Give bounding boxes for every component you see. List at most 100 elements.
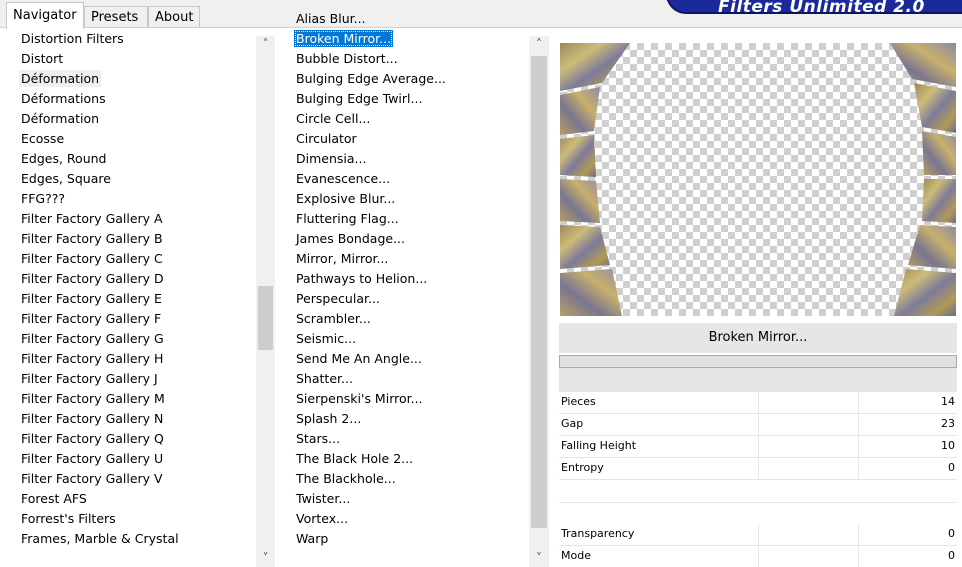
category-item[interactable]: Filter Factory Gallery E	[17, 289, 253, 309]
category-item-label: Filter Factory Gallery N	[21, 411, 164, 426]
filter-item[interactable]: Bubble Distort...	[292, 49, 522, 69]
category-item-label: Déformation	[21, 111, 100, 126]
filter-item[interactable]: The Black Hole 2...	[292, 449, 522, 469]
shard-left	[560, 269, 622, 316]
filter-item[interactable]: Sierpenski's Mirror...	[292, 389, 522, 409]
category-item[interactable]: Filter Factory Gallery C	[17, 249, 253, 269]
chevron-up-icon[interactable]: ˄	[529, 36, 549, 53]
chevron-up-icon[interactable]: ˄	[256, 36, 275, 53]
filter-item[interactable]: Bulging Edge Twirl...	[292, 89, 522, 109]
shard-right	[894, 269, 956, 316]
filter-item-label: Send Me An Angle...	[296, 351, 422, 366]
category-item[interactable]: Déformation	[17, 69, 253, 89]
category-item[interactable]: Filter Factory Gallery F	[17, 309, 253, 329]
category-item[interactable]: Filter Factory Gallery Q	[17, 429, 253, 449]
category-item-label: Déformations	[21, 91, 106, 106]
category-item[interactable]: Distortion Filters	[17, 29, 253, 49]
category-scrollbar[interactable]: ˄ ˅	[256, 36, 275, 567]
category-item[interactable]: Déformations	[17, 89, 253, 109]
category-item[interactable]: Ecosse	[17, 129, 253, 149]
filter-item[interactable]: Fluttering Flag...	[292, 209, 522, 229]
category-item[interactable]: Filter Factory Gallery D	[17, 269, 253, 289]
category-item-label: Frames, Marble & Crystal	[21, 531, 179, 546]
filter-scrollbar[interactable]: ˄ ˅	[529, 36, 549, 567]
filter-item[interactable]: Circle Cell...	[292, 109, 522, 129]
slider-track[interactable]	[659, 436, 957, 457]
category-item[interactable]: Filter Factory Gallery J	[17, 369, 253, 389]
category-item-label: Filter Factory Gallery M	[21, 391, 165, 406]
category-item-label: Ecosse	[21, 131, 65, 146]
category-item[interactable]: FFG???	[17, 189, 253, 209]
category-item[interactable]: Filter Factory Gallery A	[17, 209, 253, 229]
category-item-label: Filter Factory Gallery G	[21, 331, 164, 346]
category-item[interactable]: Filter Factory Gallery H	[17, 349, 253, 369]
category-item[interactable]: Filter Factory Gallery G	[17, 329, 253, 349]
filter-item[interactable]: James Bondage...	[292, 229, 522, 249]
filter-item[interactable]: Dimensia...	[292, 149, 522, 169]
chevron-down-icon[interactable]: ˅	[529, 550, 549, 567]
filter-item[interactable]: Shatter...	[292, 369, 522, 389]
param-gap[interactable]: Gap 23	[559, 414, 957, 435]
tab-navigator[interactable]: Navigator	[6, 2, 84, 29]
param-entropy[interactable]: Entropy 0	[559, 458, 957, 479]
shard-right	[922, 131, 956, 175]
filter-item[interactable]: The Blackhole...	[292, 469, 522, 489]
category-item-label: Filter Factory Gallery E	[21, 291, 162, 306]
param-value: 0	[948, 549, 955, 562]
filter-scroll-thumb[interactable]	[531, 56, 547, 528]
category-item-label: Filter Factory Gallery A	[21, 211, 163, 226]
filter-item[interactable]: Vortex...	[292, 509, 522, 529]
category-item[interactable]: Edges, Square	[17, 169, 253, 189]
category-list[interactable]: DCspecialDistortion FiltersDistortDéform…	[17, 9, 253, 549]
category-item[interactable]: Filter Factory Gallery N	[17, 409, 253, 429]
chevron-down-icon[interactable]: ˅	[256, 550, 275, 567]
filter-item[interactable]: Scrambler...	[292, 309, 522, 329]
param-pieces[interactable]: Pieces 14	[559, 392, 957, 413]
filter-item[interactable]: Alias Blur...	[292, 9, 522, 29]
param-mode[interactable]: Mode 0	[559, 546, 957, 567]
param-transparency[interactable]: Transparency 0	[559, 524, 957, 545]
filter-item[interactable]: Seismic...	[292, 329, 522, 349]
filter-item[interactable]: Bulging Edge Average...	[292, 69, 522, 89]
filter-item-label: Warp	[296, 531, 329, 546]
filter-item[interactable]: Stars...	[292, 429, 522, 449]
filter-item[interactable]: Broken Mirror...	[292, 29, 522, 49]
filter-item[interactable]: Twister...	[292, 489, 522, 509]
category-item[interactable]: Filter Factory Gallery U	[17, 449, 253, 469]
shard-left	[560, 135, 596, 177]
filter-item-label: Fluttering Flag...	[296, 211, 399, 226]
category-item[interactable]: Forest AFS	[17, 489, 253, 509]
category-item[interactable]: Filter Factory Gallery B	[17, 229, 253, 249]
slider-track[interactable]	[659, 414, 957, 435]
filter-item-label: Twister...	[296, 491, 351, 506]
filter-item-label: The Blackhole...	[296, 471, 396, 486]
param-label: Mode	[561, 549, 591, 562]
filter-item[interactable]: Warp	[292, 529, 522, 549]
slider-track[interactable]	[659, 392, 957, 413]
category-item[interactable]: Déformation	[17, 109, 253, 129]
param-falling-height[interactable]: Falling Height 10	[559, 436, 957, 457]
category-scroll-thumb[interactable]	[258, 286, 273, 350]
logo-banner: Filters Unlimited 2.0	[666, 0, 962, 17]
category-item[interactable]: Forrest's Filters	[17, 509, 253, 529]
shard-left	[560, 179, 600, 223]
category-item[interactable]: Frames, Marble & Crystal	[17, 529, 253, 549]
filter-item[interactable]: Perspecular...	[292, 289, 522, 309]
category-item[interactable]: Filter Factory Gallery M	[17, 389, 253, 409]
filter-item[interactable]: Pathways to Helion...	[292, 269, 522, 289]
slider-track[interactable]	[659, 524, 957, 545]
category-item[interactable]: Filter Factory Gallery V	[17, 469, 253, 489]
slider-track[interactable]	[659, 546, 957, 567]
filter-item[interactable]: Mirror, Mirror...	[292, 249, 522, 269]
filter-item[interactable]: Send Me An Angle...	[292, 349, 522, 369]
filter-item[interactable]: Explosive Blur...	[292, 189, 522, 209]
category-item[interactable]: Distort	[17, 49, 253, 69]
category-item[interactable]: Edges, Round	[17, 149, 253, 169]
filter-list[interactable]: Alias Blur... Broken Mirror... Bubble Dist…	[292, 9, 522, 549]
filter-item[interactable]: Circulator	[292, 129, 522, 149]
slider-track[interactable]	[659, 458, 957, 479]
filter-item[interactable]: Splash 2...	[292, 409, 522, 429]
filter-item[interactable]: Evanescence...	[292, 169, 522, 189]
param-value: 10	[941, 439, 955, 452]
param-label: Transparency	[561, 527, 635, 540]
